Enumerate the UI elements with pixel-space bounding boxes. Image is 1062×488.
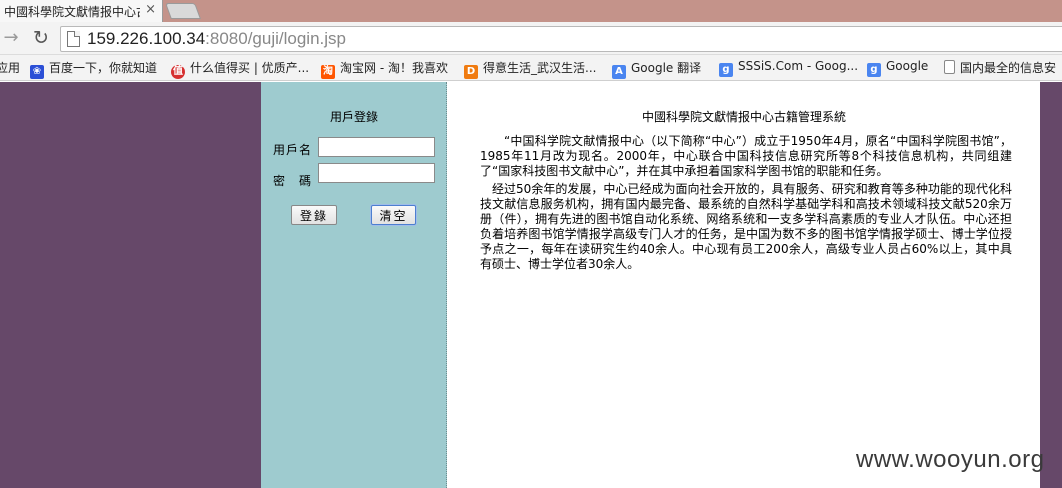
- bookmark-apps[interactable]: 应用: [0, 59, 20, 76]
- bookmark-label: 得意生活_武汉生活...: [483, 61, 597, 75]
- intro-paragraph: 经过50余年的发展，中心已经成为面向社会开放的，具有服务、研究和教育等多种功能的…: [480, 182, 1012, 271]
- username-input[interactable]: [318, 137, 435, 157]
- new-tab-button[interactable]: [165, 3, 201, 19]
- taobao-icon: 淘: [321, 65, 335, 79]
- tab-strip: 中國科學院文獻情报中心古 ×: [0, 0, 1062, 22]
- password-label: 密 碼: [273, 174, 313, 188]
- bookmark-taobao[interactable]: 淘淘宝网 - 淘！我喜欢: [321, 59, 448, 79]
- bookmark-google-translate[interactable]: A Google 翻译: [612, 59, 701, 79]
- deyi-icon: D: [464, 65, 478, 79]
- watermark: www.wooyun.org: [856, 446, 1045, 473]
- bookmark-label: SSSiS.Com - Goog...: [738, 59, 859, 73]
- left-margin: [0, 82, 261, 488]
- page-icon: [67, 31, 80, 47]
- bookmark-label: Google: [886, 59, 929, 73]
- close-icon[interactable]: ×: [145, 2, 156, 17]
- login-title: 用戶登錄: [329, 110, 378, 124]
- intro-paragraph: “中国科学院文献情报中心（以下简称“中心”）成立于1950年4月，原名“中国科学…: [480, 134, 1012, 178]
- url-path: :8080/guji/login.jsp: [205, 29, 346, 48]
- page-icon: [944, 60, 955, 74]
- web-page: 用戶登錄 用戶名 密 碼 登錄 清空 中國科學院文獻情报中心古籍管理系統 “中国…: [0, 82, 1062, 488]
- address-bar[interactable]: 159.226.100.34:8080/guji/login.jsp: [60, 26, 1062, 52]
- bookmark-deyi[interactable]: D 得意生活_武汉生活...: [464, 59, 596, 79]
- bookmark-label: 淘宝网 - 淘！我喜欢: [340, 61, 448, 75]
- bookmark-label: 应用: [0, 61, 21, 75]
- intro-text: “中国科学院文献情报中心（以下简称“中心”）成立于1950年4月，原名“中国科学…: [480, 134, 1012, 275]
- bookmark-label: Google 翻译: [631, 61, 702, 75]
- back-arrow-icon[interactable]: →: [0, 28, 22, 50]
- bookmark-baidu[interactable]: ❀ 百度一下，你就知道: [30, 59, 157, 79]
- url-text[interactable]: 159.226.100.34:8080/guji/login.jsp: [87, 29, 346, 49]
- browser-toolbar: → ↻ 159.226.100.34:8080/guji/login.jsp: [0, 22, 1062, 55]
- password-input[interactable]: [318, 163, 435, 183]
- google-icon: g: [867, 63, 881, 77]
- right-margin: [1040, 82, 1062, 488]
- intro-content: 中國科學院文獻情报中心古籍管理系統 “中国科学院文献情报中心（以下简称“中心”）…: [448, 82, 1040, 488]
- google-icon: g: [719, 63, 733, 77]
- bookmark-smzdm[interactable]: 值什么值得买 | 优质产...: [171, 59, 309, 79]
- google-translate-icon: A: [612, 65, 626, 79]
- bookmarks-bar: 应用 ❀ 百度一下，你就知道 值什么值得买 | 优质产... 淘淘宝网 - 淘！我…: [0, 55, 1062, 81]
- username-label: 用戶名: [273, 143, 313, 157]
- baidu-icon: ❀: [30, 65, 44, 79]
- login-button[interactable]: 登錄: [291, 205, 337, 225]
- bookmark-security[interactable]: 国内最全的信息安: [944, 59, 1056, 76]
- reload-icon[interactable]: ↻: [30, 28, 52, 50]
- clear-button[interactable]: 清空: [371, 205, 416, 225]
- bookmark-label: 国内最全的信息安: [960, 61, 1057, 75]
- smzdm-icon: 值: [171, 65, 185, 79]
- browser-tab[interactable]: 中國科學院文獻情报中心古 ×: [0, 0, 163, 22]
- bookmark-label: 百度一下，你就知道: [49, 61, 158, 75]
- bookmark-sssis[interactable]: g SSSiS.Com - Goog...: [719, 59, 858, 77]
- bookmark-google[interactable]: g Google: [867, 59, 928, 77]
- system-title: 中國科學院文獻情报中心古籍管理系統: [641, 110, 846, 124]
- tab-title: 中國科學院文獻情报中心古: [4, 5, 140, 19]
- url-host: 159.226.100.34: [87, 29, 206, 48]
- bookmark-label: 什么值得买 | 优质产...: [190, 61, 310, 75]
- login-panel: 用戶登錄 用戶名 密 碼 登錄 清空: [261, 82, 447, 488]
